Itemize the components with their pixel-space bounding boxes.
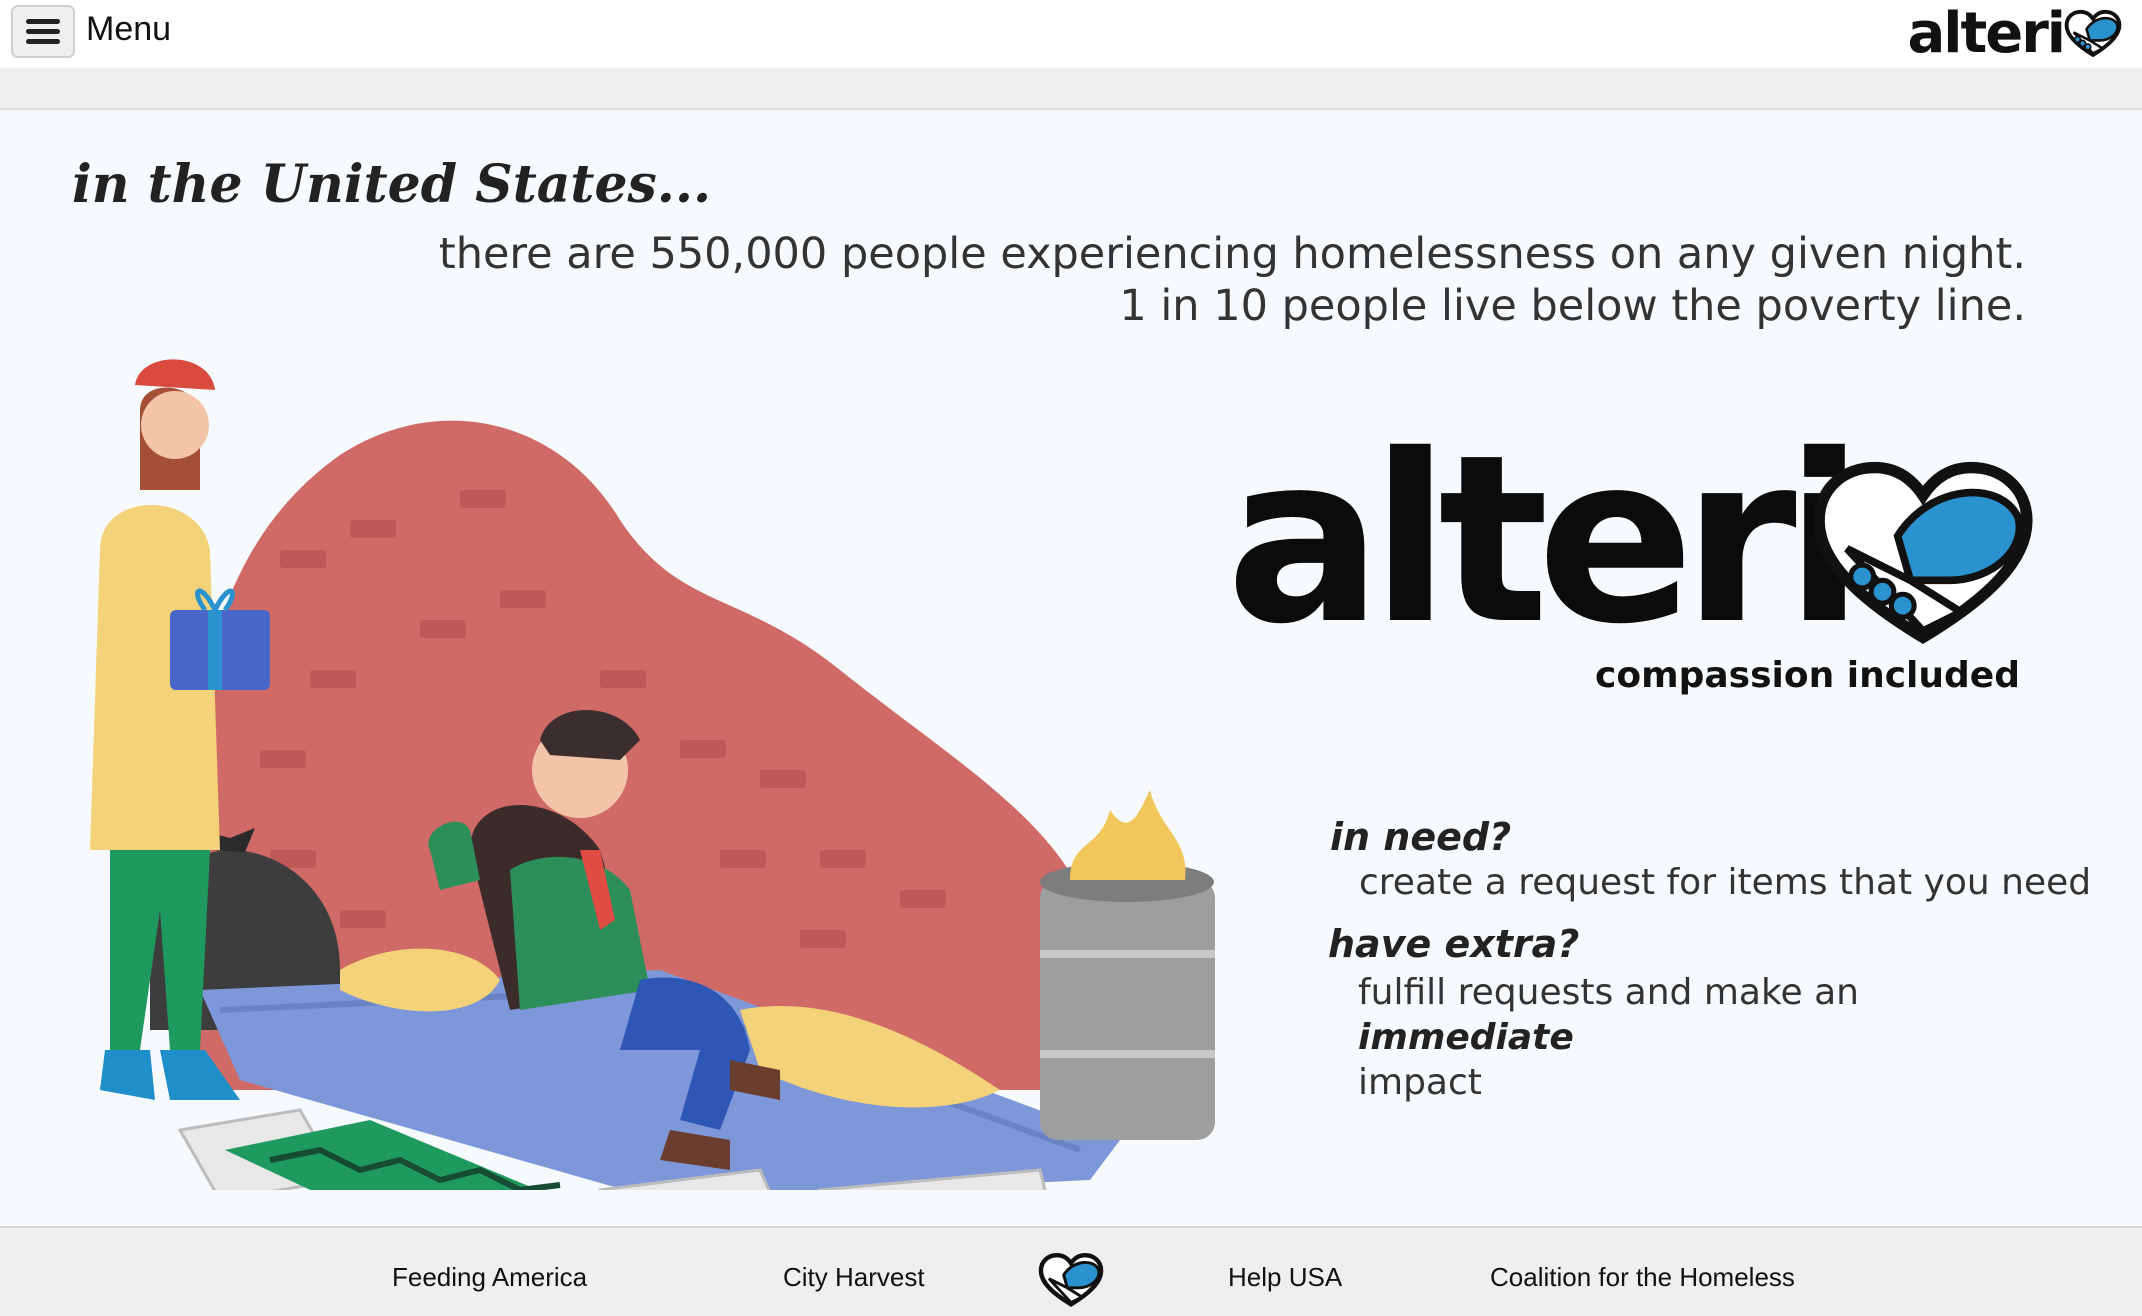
- homeless-giving-illustration: [90, 359, 1215, 1190]
- footer-link-feeding-america[interactable]: Feeding America: [392, 1262, 587, 1293]
- tagline: compassion included: [1595, 655, 2020, 696]
- extra-answer: fulfill requests and make an immediate im…: [1358, 970, 2058, 1105]
- extra-answer-emphasis: immediate: [1358, 1017, 1574, 1058]
- menu-button[interactable]: [11, 5, 75, 58]
- extra-question: have extra?: [1328, 922, 1580, 966]
- stat-homelessness: there are 550,000 people experiencing ho…: [438, 229, 2026, 279]
- footer-link-help-usa[interactable]: Help USA: [1228, 1262, 1342, 1293]
- hero-heading: in the United States...: [72, 154, 712, 215]
- footer-link-city-harvest[interactable]: City Harvest: [783, 1262, 925, 1293]
- need-answer: create a request for items that you need: [1359, 862, 2092, 903]
- footer-link-coalition-homeless[interactable]: Coalition for the Homeless: [1490, 1262, 1795, 1293]
- extra-answer-end: impact: [1358, 1062, 1482, 1103]
- hero-logo: alteri: [1226, 424, 1864, 656]
- header-logo[interactable]: alteri: [1907, 4, 2122, 64]
- header-logo-text: alteri: [1907, 1, 2066, 66]
- heart-handshake-icon[interactable]: [1038, 1253, 1104, 1308]
- hero-section: in the United States... there are 550,00…: [0, 110, 2142, 1225]
- top-navigation-bar: Menu alteri: [0, 0, 2142, 68]
- footer: Feeding America City Harvest Help USA Co…: [0, 1226, 2142, 1316]
- hero-logo-text: alteri: [1226, 405, 1864, 675]
- heart-handshake-icon: [2064, 9, 2122, 58]
- header-spacer: [0, 68, 2142, 110]
- heart-handshake-icon: [1813, 461, 2033, 644]
- extra-answer-text: fulfill requests and make an: [1358, 972, 1859, 1013]
- menu-label[interactable]: Menu: [86, 10, 171, 49]
- need-question: in need?: [1330, 815, 1512, 859]
